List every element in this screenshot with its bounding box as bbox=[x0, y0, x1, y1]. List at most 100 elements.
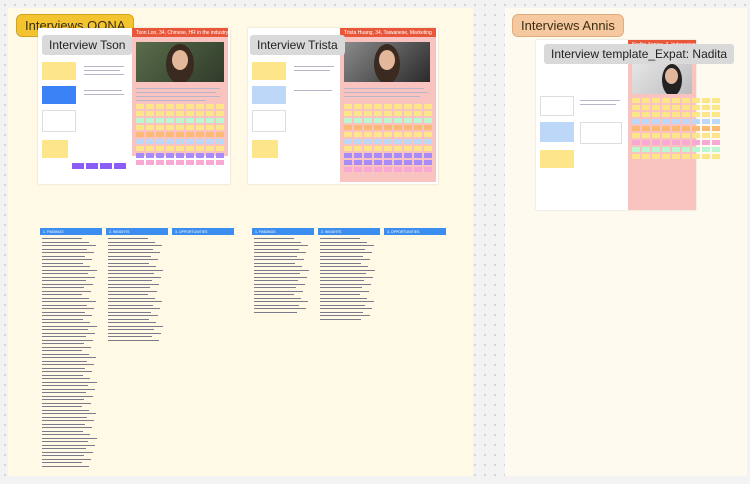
sticky-note[interactable] bbox=[414, 118, 422, 123]
sticky-note[interactable] bbox=[682, 112, 690, 117]
note-column[interactable]: 3. OPPORTUNITIES bbox=[384, 228, 446, 238]
sticky-note[interactable] bbox=[216, 132, 224, 137]
sticky-note[interactable] bbox=[216, 153, 224, 158]
sticky-note[interactable] bbox=[216, 139, 224, 144]
sticky-note[interactable] bbox=[374, 125, 382, 130]
sticky-note[interactable] bbox=[394, 125, 402, 130]
sticky-note[interactable] bbox=[166, 125, 174, 130]
sticky-note[interactable] bbox=[196, 139, 204, 144]
sticky-note[interactable] bbox=[662, 119, 670, 124]
sticky-note[interactable] bbox=[354, 146, 362, 151]
sticky-note[interactable] bbox=[136, 111, 144, 116]
sticky-note[interactable] bbox=[404, 139, 412, 144]
sticky-note[interactable] bbox=[404, 160, 412, 165]
sticky-note[interactable] bbox=[176, 153, 184, 158]
sticky-note[interactable] bbox=[652, 154, 660, 159]
sticky-note[interactable] bbox=[692, 105, 700, 110]
sticky-note[interactable] bbox=[216, 125, 224, 130]
sticky-note[interactable] bbox=[702, 119, 710, 124]
sticky-note[interactable] bbox=[206, 125, 214, 130]
sticky-note[interactable] bbox=[136, 118, 144, 123]
sticky-note[interactable] bbox=[394, 104, 402, 109]
sticky-note[interactable] bbox=[682, 147, 690, 152]
sticky-note[interactable] bbox=[652, 147, 660, 152]
sticky-note[interactable] bbox=[682, 98, 690, 103]
sticky-note[interactable] bbox=[632, 126, 640, 131]
sticky-note[interactable] bbox=[414, 125, 422, 130]
sticky-note[interactable] bbox=[682, 154, 690, 159]
sticky-note[interactable] bbox=[424, 132, 432, 137]
sticky-note[interactable] bbox=[712, 147, 720, 152]
section-label-annis[interactable]: Interviews Annis bbox=[512, 14, 624, 37]
sticky-note[interactable] bbox=[186, 125, 194, 130]
sticky-note[interactable] bbox=[692, 140, 700, 145]
sticky-note[interactable] bbox=[216, 111, 224, 116]
sticky-note[interactable] bbox=[146, 153, 154, 158]
sticky-note[interactable] bbox=[136, 146, 144, 151]
sticky-note[interactable] bbox=[642, 105, 650, 110]
sticky-note[interactable] bbox=[354, 111, 362, 116]
sticky-note[interactable] bbox=[394, 118, 402, 123]
sticky-note[interactable] bbox=[344, 125, 352, 130]
sticky-note[interactable] bbox=[642, 133, 650, 138]
sticky-note[interactable] bbox=[364, 139, 372, 144]
sticky-note[interactable] bbox=[364, 104, 372, 109]
sticky-note[interactable] bbox=[702, 98, 710, 103]
sticky-note[interactable] bbox=[344, 118, 352, 123]
sticky-note[interactable] bbox=[146, 111, 154, 116]
sticky-note[interactable] bbox=[384, 146, 392, 151]
sticky-note[interactable] bbox=[354, 118, 362, 123]
sticky-note[interactable] bbox=[206, 139, 214, 144]
sticky-note[interactable] bbox=[424, 146, 432, 151]
sticky-note[interactable] bbox=[652, 133, 660, 138]
sticky-note[interactable] bbox=[206, 160, 214, 165]
sticky-note[interactable] bbox=[652, 119, 660, 124]
sticky-note[interactable] bbox=[712, 154, 720, 159]
sticky-note[interactable] bbox=[156, 125, 164, 130]
sticky-note[interactable] bbox=[692, 133, 700, 138]
sticky-note[interactable] bbox=[692, 98, 700, 103]
sticky-note[interactable] bbox=[156, 118, 164, 123]
sticky-note[interactable] bbox=[642, 140, 650, 145]
sticky-note[interactable] bbox=[384, 118, 392, 123]
sticky-note[interactable] bbox=[424, 118, 432, 123]
sticky-note[interactable] bbox=[642, 126, 650, 131]
sticky-note[interactable] bbox=[424, 160, 432, 165]
sticky-note[interactable] bbox=[672, 98, 680, 103]
sticky-note[interactable] bbox=[206, 104, 214, 109]
sticky-note[interactable] bbox=[374, 153, 382, 158]
sticky-note[interactable] bbox=[344, 111, 352, 116]
sticky-note[interactable] bbox=[404, 153, 412, 158]
sticky-note[interactable] bbox=[662, 126, 670, 131]
sticky-note[interactable] bbox=[166, 139, 174, 144]
sticky-note[interactable] bbox=[156, 111, 164, 116]
sticky-note[interactable] bbox=[394, 167, 402, 172]
sticky-note[interactable] bbox=[364, 153, 372, 158]
sticky-note[interactable] bbox=[424, 153, 432, 158]
sticky-note[interactable] bbox=[702, 105, 710, 110]
sticky-note[interactable] bbox=[384, 132, 392, 137]
sticky-note[interactable] bbox=[384, 160, 392, 165]
sticky-note[interactable] bbox=[702, 133, 710, 138]
sticky-note[interactable] bbox=[712, 105, 720, 110]
sticky-note[interactable] bbox=[712, 98, 720, 103]
sticky-note[interactable] bbox=[424, 125, 432, 130]
sticky-note[interactable] bbox=[682, 140, 690, 145]
sticky-note[interactable] bbox=[176, 125, 184, 130]
sticky-note[interactable] bbox=[384, 104, 392, 109]
sticky-note[interactable] bbox=[364, 146, 372, 151]
sticky-note[interactable] bbox=[692, 119, 700, 124]
sticky-note[interactable] bbox=[642, 147, 650, 152]
sticky-note[interactable] bbox=[712, 119, 720, 124]
sticky-note[interactable] bbox=[672, 119, 680, 124]
sticky-note[interactable] bbox=[136, 132, 144, 137]
sticky-note[interactable] bbox=[712, 133, 720, 138]
sticky-note[interactable] bbox=[692, 126, 700, 131]
sticky-note[interactable] bbox=[662, 140, 670, 145]
sticky-note[interactable] bbox=[404, 118, 412, 123]
frame-label-nadita[interactable]: Interview template_Expat: Nadita bbox=[544, 44, 735, 64]
sticky-note[interactable] bbox=[176, 132, 184, 137]
sticky-note[interactable] bbox=[394, 153, 402, 158]
sticky-note[interactable] bbox=[652, 140, 660, 145]
sticky-note[interactable] bbox=[652, 105, 660, 110]
